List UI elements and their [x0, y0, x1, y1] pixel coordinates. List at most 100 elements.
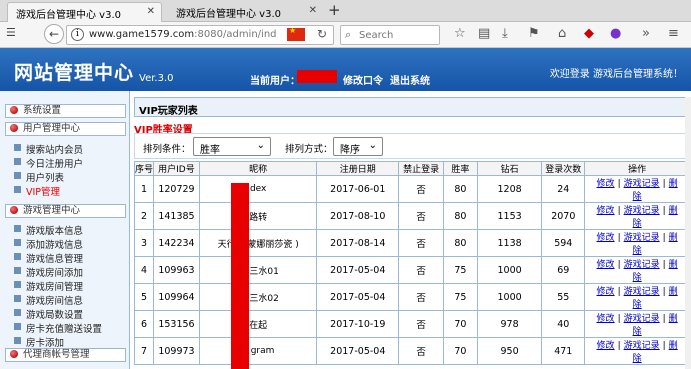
- site-info-icon[interactable]: i: [71, 28, 84, 41]
- close-tab-icon[interactable]: ✕: [147, 6, 155, 17]
- game-record-link[interactable]: 游戏记录: [624, 260, 660, 270]
- cell-ban: 否: [398, 229, 445, 257]
- current-user-label: 当前用户：: [250, 76, 300, 87]
- col-header-win-rate[interactable]: 胜率: [443, 161, 478, 176]
- sidebar-section-game-management[interactable]: 游戏管理中心: [5, 204, 126, 218]
- edit-link[interactable]: 修改: [597, 179, 615, 189]
- table-row: 5 109964 八 三水02 2017-05-04 否 75 1000 55 修改 | 游戏记录 |…: [133, 283, 690, 311]
- cell-ops: 修改 | 游戏记录 | 删除: [584, 283, 690, 311]
- edit-link[interactable]: 修改: [597, 206, 615, 216]
- game-record-link[interactable]: 游戏记录: [624, 179, 660, 189]
- sidebar-item-add-card[interactable]: 房卡添加: [14, 335, 64, 349]
- cell-logins: 55: [541, 283, 586, 311]
- app-menu-icon[interactable]: ☰: [6, 26, 16, 39]
- delete-link[interactable]: 除: [633, 246, 642, 256]
- edit-link[interactable]: 修改: [597, 287, 615, 297]
- bookmark-star-icon[interactable]: ☆: [454, 26, 466, 41]
- reload-icon[interactable]: ↻: [317, 27, 327, 41]
- cell-ops: 修改 | 游戏记录 | 删除: [584, 175, 690, 203]
- op-separator: |: [662, 233, 666, 243]
- delete-link[interactable]: 删: [669, 341, 678, 351]
- home-icon[interactable]: ⌂: [558, 26, 566, 41]
- col-header-diamond[interactable]: 钻石: [476, 161, 543, 176]
- cell-ban: 否: [398, 175, 445, 203]
- game-record-link[interactable]: 游戏记录: [624, 233, 660, 243]
- back-icon[interactable]: ←: [44, 24, 64, 44]
- sidebar-item-game-version[interactable]: 游戏版本信息: [14, 223, 83, 237]
- col-header-uid[interactable]: 用户ID号: [153, 161, 200, 176]
- content-scrollbar[interactable]: [685, 97, 691, 369]
- delete-link[interactable]: 除: [633, 192, 642, 202]
- url-bar[interactable]: i www.game1579.com:8080/admin/ind ↻: [66, 25, 334, 45]
- library-icon[interactable]: ⚑: [528, 26, 540, 41]
- tab-title: 游戏后台管理中心 v3.0: [16, 10, 121, 21]
- delete-link[interactable]: 删: [669, 260, 678, 270]
- cell-nick: 八 三水01: [198, 256, 318, 284]
- item-bullet-icon: [14, 309, 21, 316]
- change-password-link[interactable]: 修改口令: [343, 72, 383, 87]
- delete-link[interactable]: 除: [633, 273, 642, 283]
- sidebar-section-agent-accounts[interactable]: 代理商帐号管理: [5, 348, 126, 362]
- sidebar-item-round-settings[interactable]: 游戏局数设置: [14, 307, 83, 321]
- download-icon[interactable]: ⤓: [502, 26, 508, 41]
- delete-link[interactable]: 删: [669, 287, 678, 297]
- delete-link[interactable]: 除: [633, 354, 642, 364]
- search-input[interactable]: [359, 28, 437, 42]
- edit-link[interactable]: 修改: [597, 341, 615, 351]
- delete-link[interactable]: 删: [669, 314, 678, 324]
- sidebar-item-card-recharge[interactable]: 房卡充值赠送设置: [14, 321, 102, 335]
- close-tab-icon[interactable]: ✕: [309, 5, 317, 16]
- delete-link[interactable]: 删: [669, 179, 678, 189]
- sidebar-item-game-info-manage[interactable]: 游戏信息管理: [14, 251, 83, 265]
- browser-tab-inactive[interactable]: 游戏后台管理中心 v3.0 ✕: [168, 2, 323, 22]
- extension-icon[interactable]: ◆: [584, 26, 594, 41]
- sidebar-item-today-registered[interactable]: 今日注册用户: [14, 156, 83, 170]
- sidebar-item-room-manage[interactable]: 游戏房间管理: [14, 279, 83, 293]
- game-record-link[interactable]: 游戏记录: [624, 287, 660, 297]
- cell-rate: 80: [443, 175, 478, 203]
- game-record-link[interactable]: 游戏记录: [624, 341, 660, 351]
- addon-icon[interactable]: ●: [610, 26, 621, 41]
- sidebar-item-vip-management[interactable]: VIP管理: [14, 184, 60, 198]
- delete-link[interactable]: 删: [669, 233, 678, 243]
- edit-link[interactable]: 修改: [597, 260, 615, 270]
- new-tab-icon[interactable]: +: [328, 1, 341, 19]
- sidebar-section-user-management[interactable]: 用户管理中心: [5, 122, 126, 136]
- delete-link[interactable]: 除: [633, 300, 642, 310]
- cell-rate: 80: [443, 229, 478, 257]
- col-header-no[interactable]: 序号: [133, 161, 155, 176]
- sort-field-select[interactable]: 胜率 ⌄: [193, 137, 271, 156]
- delete-link[interactable]: 除: [633, 327, 642, 337]
- search-bar[interactable]: ⌕: [340, 25, 440, 45]
- reading-list-icon[interactable]: ▤: [478, 26, 490, 41]
- edit-link[interactable]: 修改: [597, 314, 615, 324]
- sidebar-item-room-info[interactable]: 游戏房间信息: [14, 293, 83, 307]
- sidebar-item-search-members[interactable]: 搜索站内会员: [14, 142, 83, 156]
- sidebar-item-user-list[interactable]: 用户列表: [14, 170, 64, 184]
- game-record-link[interactable]: 游戏记录: [624, 206, 660, 216]
- cell-uid: 141385: [153, 202, 200, 230]
- cell-date: 2017-08-14: [316, 229, 400, 257]
- sidebar-item-add-room[interactable]: 游戏房间添加: [14, 265, 83, 279]
- overflow-icon[interactable]: »: [642, 26, 650, 41]
- browser-tab-active[interactable]: 游戏后台管理中心 v3.0 ✕: [7, 2, 162, 22]
- cell-ban: 否: [398, 256, 445, 284]
- delete-link[interactable]: 除: [633, 219, 642, 229]
- col-header-reg-date[interactable]: 注册日期: [316, 161, 400, 176]
- col-header-ban[interactable]: 禁止登录: [398, 161, 445, 176]
- cell-date: 2017-08-10: [316, 202, 400, 230]
- sidebar-item-add-game[interactable]: 添加游戏信息: [14, 237, 83, 251]
- game-record-link[interactable]: 游戏记录: [624, 314, 660, 324]
- edit-link[interactable]: 修改: [597, 233, 615, 243]
- col-header-logins[interactable]: 登录次数: [541, 161, 586, 176]
- delete-link[interactable]: 删: [669, 206, 678, 216]
- cell-rate: 70: [443, 310, 478, 338]
- logout-link[interactable]: 退出系统: [390, 72, 430, 87]
- hamburger-menu-icon[interactable]: ≡: [668, 26, 679, 41]
- col-header-nickname[interactable]: 昵称: [198, 161, 318, 176]
- cell-diamond: 1208: [476, 175, 543, 203]
- cell-date: 2017-05-04: [316, 283, 400, 311]
- sidebar-section-system-settings[interactable]: 系统设置: [5, 104, 126, 118]
- sort-order-select[interactable]: 降序 ⌄: [333, 137, 383, 156]
- cell-no: 3: [133, 229, 155, 257]
